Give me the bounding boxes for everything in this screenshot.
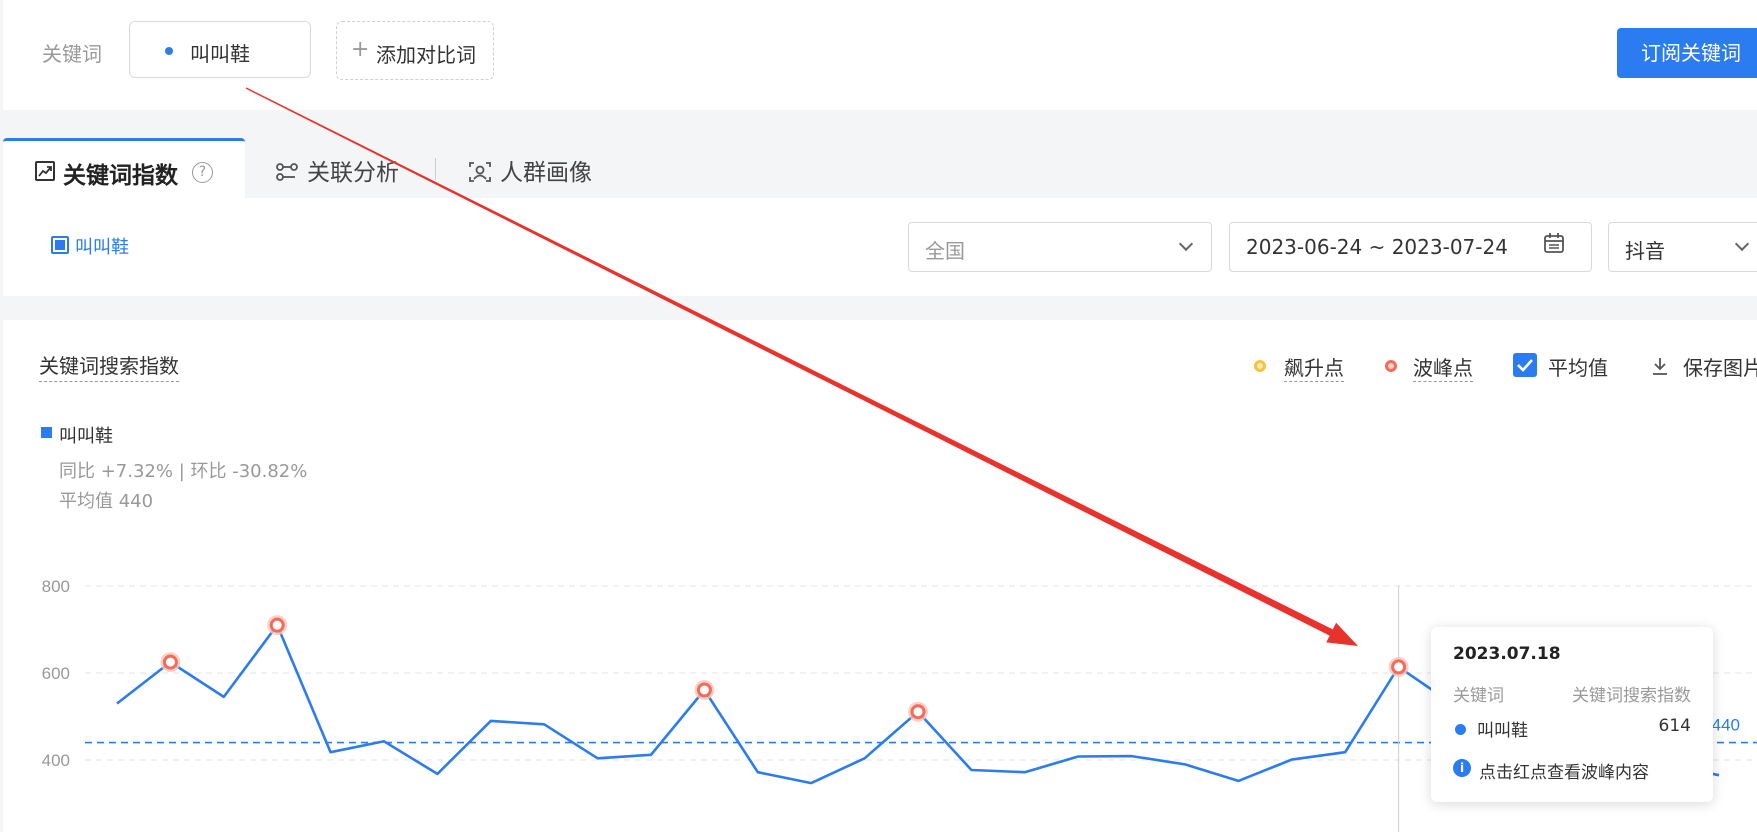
tooltip-header-index: 关键词搜索指数 xyxy=(1572,686,1691,706)
tooltip-hint[interactable]: 点击红点查看波峰内容 xyxy=(1479,758,1649,783)
chart-tooltip: 2023.07.18 关键词 关键词搜索指数 叫叫鞋 614 i 点击红点查看波… xyxy=(1431,627,1713,802)
peak-marker xyxy=(1391,659,1407,675)
peak-marker xyxy=(696,682,712,698)
y-tick-label: 600 xyxy=(42,664,70,683)
tooltip-keyword: 叫叫鞋 xyxy=(1477,721,1528,741)
tooltip-series-dot xyxy=(1455,724,1466,735)
peak-marker xyxy=(269,617,285,633)
peak-marker xyxy=(162,654,178,670)
average-line-label: 440 xyxy=(1712,716,1740,735)
y-tick-label: 400 xyxy=(42,751,70,770)
tooltip-date: 2023.07.18 xyxy=(1453,644,1561,664)
info-icon: i xyxy=(1453,759,1471,777)
y-tick-label: 800 xyxy=(42,577,70,596)
peak-marker xyxy=(910,704,926,720)
tooltip-value: 614 xyxy=(1658,716,1691,736)
tooltip-header-keyword: 关键词 xyxy=(1453,686,1504,706)
